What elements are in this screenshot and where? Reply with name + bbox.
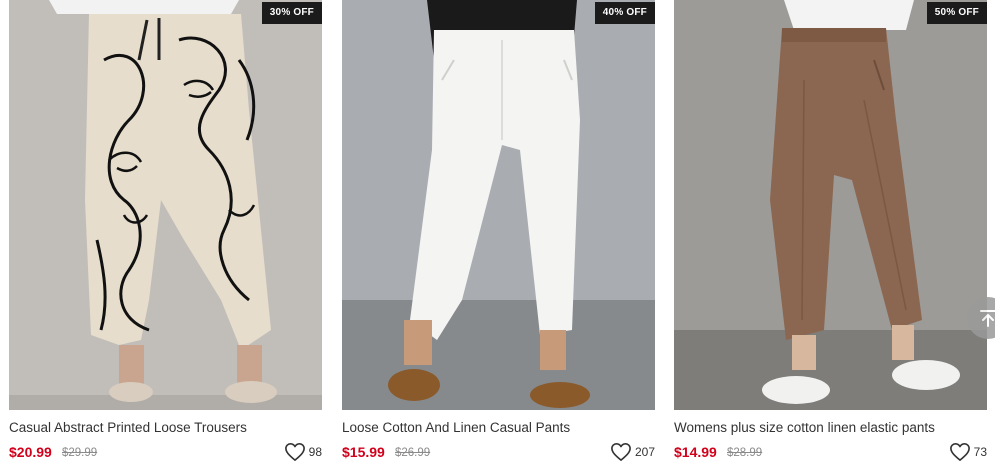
like-button[interactable]: 207 bbox=[610, 441, 655, 463]
product-image[interactable]: 40% OFF bbox=[342, 0, 655, 410]
discount-badge: 40% OFF bbox=[594, 2, 655, 24]
product-card[interactable]: 30% OFF Casual Abstract Printed Loose Tr… bbox=[9, 0, 322, 470]
heart-outline-icon bbox=[611, 443, 631, 461]
product-title[interactable]: Womens plus size cotton linen elastic pa… bbox=[674, 419, 987, 436]
product-title[interactable]: Loose Cotton And Linen Casual Pants bbox=[342, 419, 655, 436]
product-image[interactable]: 30% OFF bbox=[9, 0, 322, 410]
heart-outline-icon bbox=[284, 443, 305, 461]
original-price: $29.99 bbox=[62, 447, 98, 459]
sale-price: $20.99 bbox=[9, 444, 52, 460]
price-row: $20.99 $29.99 98 bbox=[9, 443, 322, 463]
like-count: 73 bbox=[973, 445, 987, 459]
product-title[interactable]: Casual Abstract Printed Loose Trousers bbox=[9, 419, 322, 436]
like-count: 207 bbox=[634, 445, 655, 459]
discount-badge: 30% OFF bbox=[261, 2, 322, 24]
original-price: $26.99 bbox=[395, 447, 431, 459]
like-button[interactable]: 98 bbox=[284, 441, 322, 463]
like-count: 98 bbox=[308, 445, 322, 459]
arrow-up-to-top-icon bbox=[980, 310, 995, 327]
product-card[interactable]: 50% OFF Womens plus size cotton linen el… bbox=[674, 0, 987, 470]
price-row: $14.99 $28.99 73 bbox=[674, 443, 987, 463]
sale-price: $15.99 bbox=[342, 444, 385, 460]
product-card[interactable]: 40% OFF Loose Cotton And Linen Casual Pa… bbox=[342, 0, 655, 470]
product-image[interactable]: 50% OFF bbox=[674, 0, 987, 410]
sale-price: $14.99 bbox=[674, 444, 717, 460]
heart-outline-icon bbox=[949, 443, 970, 461]
original-price: $28.99 bbox=[727, 447, 763, 459]
like-button[interactable]: 73 bbox=[949, 441, 987, 463]
product-grid: 30% OFF Casual Abstract Printed Loose Tr… bbox=[0, 0, 995, 470]
discount-badge: 50% OFF bbox=[926, 2, 987, 24]
price-row: $15.99 $26.99 207 bbox=[342, 443, 655, 463]
